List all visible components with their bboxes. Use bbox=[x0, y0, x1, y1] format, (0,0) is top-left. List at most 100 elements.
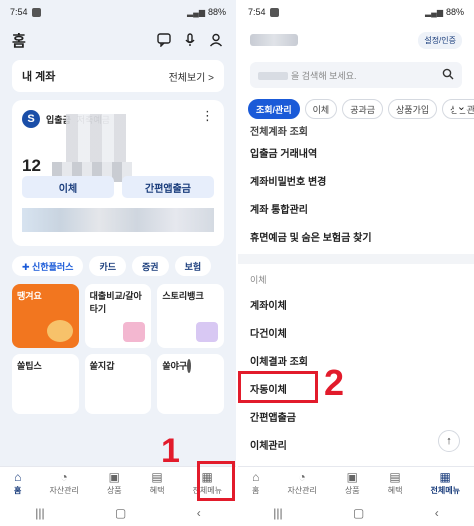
system-navigation: ||| ▢ ‹ bbox=[0, 500, 236, 526]
pie-icon: ◔ bbox=[60, 470, 68, 484]
tile-label: 쏠야구 bbox=[162, 361, 188, 371]
section-label-transfer: 이체 bbox=[250, 274, 267, 285]
chip-securities[interactable]: 증권 bbox=[132, 256, 169, 276]
gift-icon: ▤ bbox=[151, 470, 163, 484]
tile-label: 쏠팁스 bbox=[17, 361, 42, 371]
notification-icon bbox=[269, 7, 279, 17]
nav-label: 상품 bbox=[344, 486, 360, 495]
menu-item-bulk-transfer[interactable]: 다건이체 bbox=[238, 318, 474, 346]
settings-auth-button[interactable]: 설정/인증 bbox=[418, 31, 462, 49]
gift-icon: ▤ bbox=[389, 470, 401, 484]
nav-label: 혜택 bbox=[387, 486, 403, 495]
home-button-icon[interactable]: ▢ bbox=[353, 506, 364, 520]
search-placeholder: 을 검색해 보세요. bbox=[291, 70, 357, 81]
recents-icon[interactable]: ||| bbox=[273, 506, 282, 520]
chat-icon[interactable] bbox=[156, 32, 172, 48]
system-navigation: ||| ▢ ‹ bbox=[238, 500, 474, 526]
tab-utility[interactable]: 공과금 bbox=[342, 99, 384, 119]
chip-card[interactable]: 카드 bbox=[89, 256, 127, 276]
account-card[interactable]: S 입출금 저축예금 ⋮ 12 이체 간편앱출금 bbox=[12, 100, 224, 246]
status-time: 7:54 bbox=[10, 7, 28, 17]
view-all-link[interactable]: 전체보기 > bbox=[169, 69, 214, 84]
annotation-number-1: 1 bbox=[161, 432, 180, 470]
chip-insurance[interactable]: 보험 bbox=[174, 256, 212, 276]
tile-label: 스토리뱅크 bbox=[162, 291, 204, 301]
home-header: 홈 bbox=[0, 24, 236, 56]
page-title: 홈 bbox=[12, 32, 26, 50]
nav-label: 자산관리 bbox=[49, 486, 79, 495]
signal-icon: ▂▄▆ bbox=[187, 7, 205, 17]
profile-icon[interactable] bbox=[208, 32, 224, 48]
status-time: 7:54 bbox=[248, 7, 266, 17]
menu-item-account-integration[interactable]: 계좌 통합관리 bbox=[238, 194, 474, 222]
nav-products[interactable]: ▣ 상품 bbox=[107, 471, 122, 496]
chicken-icon bbox=[46, 320, 73, 342]
nav-products[interactable]: ▣ 상품 bbox=[345, 471, 360, 496]
back-icon[interactable]: ‹ bbox=[197, 506, 201, 520]
annotation-box-auto-transfer bbox=[238, 371, 318, 403]
nav-label: 자산관리 bbox=[287, 486, 317, 495]
battery-text: 88% bbox=[207, 7, 226, 17]
nav-all-menu[interactable]: ▦ 전체메뉴 bbox=[431, 471, 460, 496]
menu-item-all-accounts[interactable]: 전체계좌 조회 bbox=[238, 124, 474, 138]
simple-withdraw-button[interactable]: 간편앱출금 bbox=[122, 176, 214, 198]
home-screen: 7:54 ▂▄▆88% 홈 내 계좌 전체보기 > S 입출금 저축예금 ⋮ 1… bbox=[0, 0, 236, 526]
tab-inquiry[interactable]: 조회/관리 bbox=[248, 99, 300, 119]
nav-home[interactable]: ⌂ 홈 bbox=[14, 471, 21, 496]
tile-sol-wallet[interactable]: 쏠지갑 bbox=[84, 354, 152, 414]
menu-tabs: 조회/관리 이체 공과금 상품가입 상품관 ⌄ bbox=[238, 96, 474, 122]
recents-icon[interactable]: ||| bbox=[35, 506, 44, 520]
grid-icon: ▦ bbox=[439, 470, 451, 484]
tab-product-signup[interactable]: 상품가입 bbox=[388, 99, 438, 119]
nav-home[interactable]: ⌂ 홈 bbox=[252, 471, 259, 496]
menu-item-account-transfer[interactable]: 계좌이체 bbox=[238, 290, 474, 318]
bank-logo: S bbox=[22, 110, 40, 128]
nav-benefits[interactable]: ▤ 혜택 bbox=[388, 471, 403, 496]
menu-item-transaction-history[interactable]: 입출금 거래내역 bbox=[238, 138, 474, 166]
transfer-button[interactable]: 이체 bbox=[22, 176, 114, 198]
tile-loan-compare[interactable]: 대출비교/갈아타기 bbox=[84, 284, 152, 348]
service-grid: 땡겨요 대출비교/갈아타기 스토리뱅크 쏠팁스 쏠지갑 쏠야구 bbox=[12, 284, 224, 414]
scroll-top-button[interactable]: ↑ bbox=[438, 430, 460, 452]
redacted-account-number bbox=[66, 114, 126, 164]
pie-icon: ◔ bbox=[298, 470, 306, 484]
section-divider bbox=[238, 254, 474, 264]
redacted-user-name bbox=[250, 34, 298, 46]
search-icon[interactable] bbox=[442, 68, 454, 83]
nav-label: 홈 bbox=[14, 486, 22, 495]
menu-item-dormant-deposit[interactable]: 휴면예금 및 숨은 보험금 찾기 bbox=[238, 222, 474, 250]
bag-icon: ▣ bbox=[346, 470, 358, 484]
home-button-icon[interactable]: ▢ bbox=[115, 506, 126, 520]
nav-assets[interactable]: ◔ 자산관리 bbox=[49, 471, 78, 496]
tab-transfer[interactable]: 이체 bbox=[304, 99, 338, 119]
menu-search-input[interactable]: 을 검색해 보세요. bbox=[250, 62, 462, 88]
battery-text: 88% bbox=[445, 7, 464, 17]
bag-icon: ▣ bbox=[108, 470, 120, 484]
nav-benefits[interactable]: ▤ 혜택 bbox=[150, 471, 165, 496]
home-icon: ⌂ bbox=[14, 470, 22, 484]
tile-story-bank[interactable]: 스토리뱅크 bbox=[157, 284, 224, 348]
tile-ttaenggyeoyo[interactable]: 땡겨요 bbox=[12, 284, 79, 348]
chevron-down-icon[interactable]: ⌄ bbox=[453, 100, 466, 113]
menu-list: 전체계좌 조회 입출금 거래내역 계좌비밀번호 변경 계좌 통합관리 휴면예금 … bbox=[238, 124, 474, 458]
story-icon bbox=[195, 322, 218, 342]
more-options-icon[interactable]: ⋮ bbox=[201, 108, 214, 124]
nav-label: 홈 bbox=[252, 486, 260, 495]
nav-label: 혜택 bbox=[149, 486, 165, 495]
nav-label: 전체메뉴 bbox=[430, 486, 460, 495]
annotation-box-all-menu bbox=[197, 461, 235, 501]
menu-item-transfer-result[interactable]: 이체결과 조회 bbox=[238, 346, 474, 374]
microphone-icon[interactable] bbox=[182, 32, 198, 48]
tile-sol-baseball[interactable]: 쏠야구 bbox=[157, 354, 224, 414]
chip-shinhan-plus[interactable]: ✚ 신한플러스 bbox=[12, 256, 84, 276]
menu-item-password-change[interactable]: 계좌비밀번호 변경 bbox=[238, 166, 474, 194]
status-bar: 7:54 ▂▄▆ 88% bbox=[0, 0, 236, 24]
nav-assets[interactable]: ◔ 자산관리 bbox=[287, 471, 316, 496]
menu-item-simple-withdraw[interactable]: 간편앱출금 bbox=[238, 402, 474, 430]
baseball-icon bbox=[187, 359, 192, 373]
tile-sol-tips[interactable]: 쏠팁스 bbox=[12, 354, 79, 414]
back-icon[interactable]: ‹ bbox=[435, 506, 439, 520]
redacted-strip bbox=[22, 208, 214, 232]
service-chips: ✚ 신한플러스 카드 증권 보험 bbox=[12, 256, 224, 276]
notification-icon bbox=[31, 7, 41, 17]
